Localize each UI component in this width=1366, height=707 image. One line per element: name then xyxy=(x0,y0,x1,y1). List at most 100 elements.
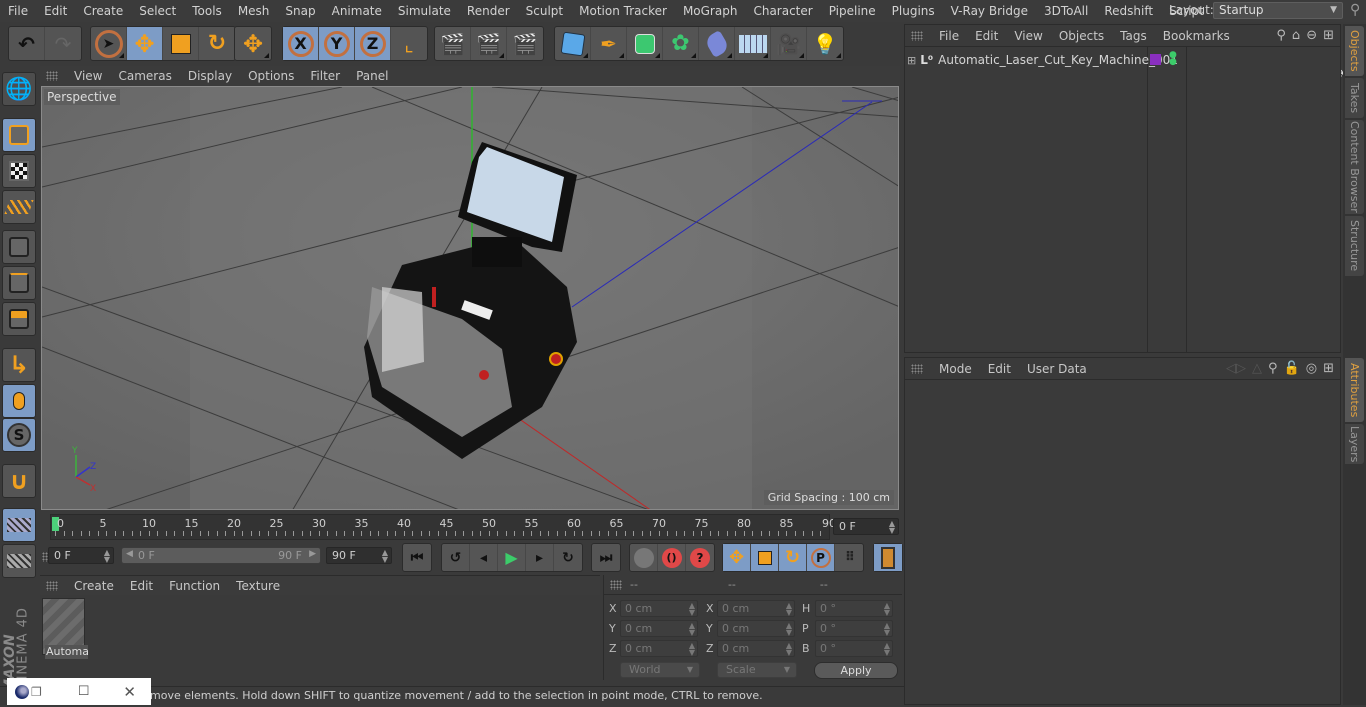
add-light-button[interactable]: 💡 xyxy=(807,27,843,60)
menu-tools[interactable]: Tools xyxy=(184,4,230,18)
target-icon[interactable]: ◎ xyxy=(1306,361,1317,376)
camera-label[interactable]: Perspective xyxy=(44,89,120,105)
coordinate-system-button[interactable]: ⌞ xyxy=(391,27,427,60)
material-menu-create[interactable]: Create xyxy=(66,579,122,593)
range-left-arrow-icon[interactable]: ◀ xyxy=(126,549,133,559)
objects-menu-view[interactable]: View xyxy=(1006,29,1050,43)
menu-3dtoall[interactable]: 3DToAll xyxy=(1036,4,1096,18)
menu-render[interactable]: Render xyxy=(459,4,518,18)
tab-content-browser[interactable]: Content Browser xyxy=(1345,120,1364,214)
frame-ruler[interactable]: 0 5 10 15 20 25 30 35 40 45 50 55 60 65 70 75 80 85 90 xyxy=(50,514,836,540)
add-deformer-button[interactable] xyxy=(699,27,735,60)
viewport-menu-options[interactable]: Options xyxy=(240,69,302,83)
edges-mode-button[interactable] xyxy=(2,266,36,300)
search-icon[interactable]: ⚲ xyxy=(1350,2,1360,18)
y-axis-lock-button[interactable]: Y xyxy=(319,27,355,60)
menu-mesh[interactable]: Mesh xyxy=(230,4,278,18)
back-arrow-icon[interactable]: ◁▷ xyxy=(1226,361,1246,376)
live-selection-button[interactable]: ➤ xyxy=(91,27,127,60)
up-arrow-icon[interactable]: △ xyxy=(1252,361,1262,376)
menu-file[interactable]: File xyxy=(0,4,36,18)
autokey-button[interactable]: () xyxy=(658,544,686,571)
material-menu-texture[interactable]: Texture xyxy=(228,579,288,593)
visibility-dots-icon[interactable]: ● ● xyxy=(1169,51,1177,67)
object-name[interactable]: Automatic_Laser_Cut_Key_Machine_001 xyxy=(938,53,1178,67)
rot-p-field[interactable]: 0 ° ▲ ▼ xyxy=(815,620,893,637)
material-menu-edit[interactable]: Edit xyxy=(122,579,161,593)
objects-menu-objects[interactable]: Objects xyxy=(1051,29,1112,43)
move-tool-button[interactable]: ✥ xyxy=(127,27,163,60)
start-frame-field[interactable]: 0 F ▲ ▼ xyxy=(48,547,114,564)
perspective-viewport[interactable]: Y Z X Perspective Grid Spacing : 100 cm xyxy=(41,86,899,510)
maximize-icon[interactable]: ☐ xyxy=(78,684,90,699)
panel-grip-icon[interactable] xyxy=(911,363,923,374)
close-icon[interactable]: ✕ xyxy=(123,683,136,701)
keyframe-selection-button[interactable]: ? xyxy=(686,544,714,571)
menu-animate[interactable]: Animate xyxy=(324,4,390,18)
panel-grip-icon[interactable] xyxy=(46,580,58,591)
rot-b-field[interactable]: 0 ° ▲ ▼ xyxy=(815,640,893,657)
x-axis-lock-button[interactable]: X xyxy=(283,27,319,60)
objects-menu-tags[interactable]: Tags xyxy=(1112,29,1155,43)
go-to-end-button[interactable]: ⏭ xyxy=(592,544,620,571)
panel-grip-icon[interactable] xyxy=(911,30,923,41)
pos-y-field[interactable]: 0 cm ▲ ▼ xyxy=(620,620,698,637)
menu-snap[interactable]: Snap xyxy=(277,4,323,18)
render-settings-button[interactable]: 🎬 xyxy=(507,27,543,60)
transform-mode-dropdown[interactable]: Scale ▼ xyxy=(717,662,797,678)
tweak-mode-button[interactable] xyxy=(2,384,36,418)
menu-redshift[interactable]: Redshift xyxy=(1096,4,1161,18)
expand-icon[interactable]: ⊞ xyxy=(907,54,916,67)
viewport-menu-view[interactable]: View xyxy=(66,69,110,83)
search-icon[interactable]: ⚲ xyxy=(1276,28,1286,43)
snap-button[interactable]: S xyxy=(2,418,36,452)
redo-button[interactable]: ↷ xyxy=(45,27,81,60)
previous-frame-button[interactable]: ◂ xyxy=(470,544,498,571)
menu-pipeline[interactable]: Pipeline xyxy=(821,4,884,18)
material-tag-icon[interactable] xyxy=(1150,54,1161,65)
object-row[interactable]: ⊞ L⁰ Automatic_Laser_Cut_Key_Machine_001… xyxy=(907,51,1178,69)
tab-layers[interactable]: Layers xyxy=(1345,424,1364,464)
search-icon[interactable]: ⚲ xyxy=(1268,361,1278,376)
workplane-mode-button[interactable] xyxy=(2,190,36,224)
lock-icon[interactable]: 🔓 xyxy=(1284,361,1300,376)
menu-select[interactable]: Select xyxy=(131,4,184,18)
key-pla-button[interactable]: ⠿ xyxy=(835,544,863,571)
viewport-menu-cameras[interactable]: Cameras xyxy=(110,69,179,83)
menu-motion-tracker[interactable]: Motion Tracker xyxy=(571,4,675,18)
attributes-menu-edit[interactable]: Edit xyxy=(980,362,1019,376)
end-frame-field[interactable]: 90 F ▲ ▼ xyxy=(326,547,392,564)
record-keys-button[interactable] xyxy=(630,544,658,571)
key-rotation-button[interactable]: ↻ xyxy=(779,544,807,571)
render-to-picture-viewer-button[interactable]: 🎬 xyxy=(471,27,507,60)
menu-vray-bridge[interactable]: V-Ray Bridge xyxy=(943,4,1036,18)
add-cloner-button[interactable]: ✿ xyxy=(663,27,699,60)
objects-menu-bookmarks[interactable]: Bookmarks xyxy=(1155,29,1238,43)
menu-plugins[interactable]: Plugins xyxy=(884,4,943,18)
render-view-button[interactable]: 🎬 xyxy=(435,27,471,60)
apply-button[interactable]: Apply xyxy=(814,662,898,679)
scale-tool-button[interactable] xyxy=(163,27,199,60)
attributes-menu-user-data[interactable]: User Data xyxy=(1019,362,1095,376)
layout-select[interactable]: Startup ▼ xyxy=(1213,2,1343,19)
attributes-menu-mode[interactable]: Mode xyxy=(931,362,980,376)
material-item[interactable]: Automa xyxy=(42,598,88,659)
new-panel-icon[interactable]: ⊞ xyxy=(1323,361,1334,376)
viewport-menu-panel[interactable]: Panel xyxy=(348,69,396,83)
size-z-field[interactable]: 0 cm ▲ ▼ xyxy=(717,640,795,657)
current-frame-field[interactable]: 0 F ▲ ▼ xyxy=(833,518,899,535)
go-to-start-button[interactable]: ⏮ xyxy=(403,544,431,571)
make-editable-button[interactable]: 🌐 xyxy=(2,72,36,106)
grid-settings-button[interactable] xyxy=(2,544,36,578)
size-y-field[interactable]: 0 cm ▲ ▼ xyxy=(717,620,795,637)
material-menu-function[interactable]: Function xyxy=(161,579,228,593)
menu-simulate[interactable]: Simulate xyxy=(390,4,459,18)
pos-z-field[interactable]: 0 cm ▲ ▼ xyxy=(620,640,698,657)
home-icon[interactable]: ⌂ xyxy=(1292,28,1300,43)
pos-x-field[interactable]: 0 cm ▲ ▼ xyxy=(620,600,698,617)
tab-takes[interactable]: Takes xyxy=(1345,78,1364,118)
layer-grid-button[interactable] xyxy=(2,508,36,542)
z-axis-lock-button[interactable]: Z xyxy=(355,27,391,60)
key-position-button[interactable]: ✥ xyxy=(723,544,751,571)
recent-tool-button[interactable]: ✥ xyxy=(235,27,271,60)
